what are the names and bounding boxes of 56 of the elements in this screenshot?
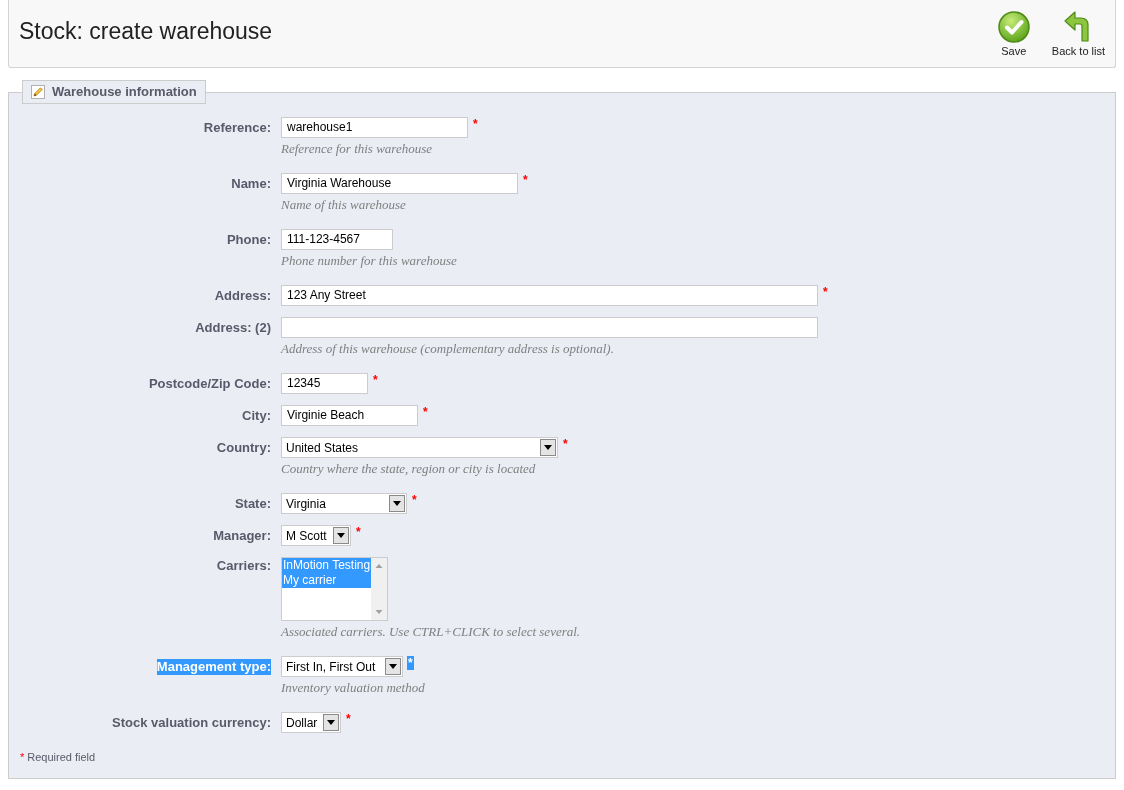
field-label: Address: <box>214 287 271 304</box>
scrollbar[interactable] <box>371 558 387 620</box>
required-asterisk: * <box>355 525 362 539</box>
footnote-text: Required field <box>27 751 96 764</box>
field-label: Name: <box>231 175 271 192</box>
field-label: City: <box>242 407 271 424</box>
field-label: Reference: <box>203 119 271 136</box>
field-label: Country: <box>216 439 271 456</box>
text-input[interactable]: Virginia Warehouse <box>281 173 518 194</box>
field-hint: Phone number for this warehouse <box>281 253 457 269</box>
required-asterisk: * <box>411 493 418 507</box>
select-field[interactable]: M Scott <box>281 525 351 546</box>
input-field[interactable] <box>281 317 818 338</box>
select-field[interactable]: Virginia <box>281 493 407 514</box>
field-label: Carriers: <box>216 558 271 574</box>
select-field[interactable]: Dollar <box>281 712 341 733</box>
required-asterisk: * <box>562 437 569 451</box>
required-asterisk: * <box>422 405 429 419</box>
field-label: Postcode/Zip Code: <box>148 375 271 392</box>
legend-title: Warehouse information <box>52 84 197 100</box>
caret-icon <box>323 714 339 731</box>
required-asterisk: * <box>472 117 479 131</box>
checkmark-circle-icon <box>997 11 1030 43</box>
required-asterisk: * <box>345 712 352 726</box>
field-hint: Address of this warehouse (complementary address is optional). <box>281 341 615 357</box>
pencil-icon <box>31 85 45 99</box>
text-input[interactable]: warehouse1 <box>281 117 468 138</box>
field-label: Management type: <box>156 658 271 675</box>
caret-icon <box>385 658 401 675</box>
field-hint: Name of this warehouse <box>281 197 407 213</box>
field-label: Phone: <box>226 231 271 248</box>
required-asterisk: * <box>522 173 529 187</box>
field-label: Stock valuation currency: <box>112 714 271 731</box>
field-label: Manager: <box>213 527 271 544</box>
caret-icon <box>540 439 556 456</box>
back-to-list-button[interactable]: Back to list <box>1047 11 1109 58</box>
text-input[interactable]: 12345 <box>281 373 368 394</box>
page-title: Stock: create warehouse <box>19 16 273 46</box>
text-input[interactable]: 123 Any Street <box>281 285 818 306</box>
field-hint: Associated carriers. Use CTRL+CLICK to select several. <box>281 624 581 640</box>
required-asterisk: * <box>372 373 379 387</box>
save-button[interactable]: Save <box>993 11 1034 58</box>
field-hint: Inventory valuation method <box>281 680 425 696</box>
required-asterisk: * <box>20 751 25 764</box>
text-input[interactable]: 111-123-4567 <box>281 229 393 250</box>
caret-icon <box>389 495 405 512</box>
select-field[interactable]: First In, First Out <box>281 656 403 677</box>
text-input[interactable]: Virginie Beach <box>281 405 418 426</box>
select-field[interactable]: United States <box>281 437 558 458</box>
required-asterisk: * <box>822 285 829 299</box>
field-label: Address: (2) <box>195 319 271 336</box>
required-asterisk: * <box>407 656 414 670</box>
field-hint: Reference for this warehouse <box>281 141 434 157</box>
caret-icon <box>333 527 349 544</box>
field-label: State: <box>234 495 271 512</box>
field-hint: Country where the state, region or city is located <box>281 461 537 477</box>
